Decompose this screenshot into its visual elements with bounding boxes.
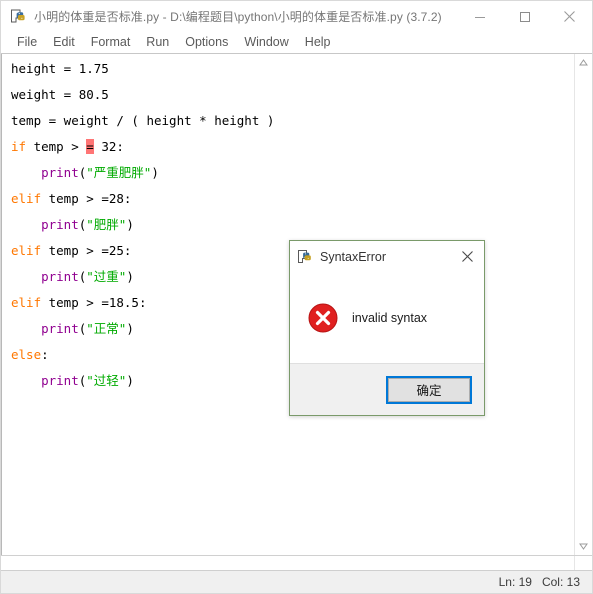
code-line: temp = weight / ( height * height ) [4,108,574,134]
code-token-plain: ) [126,321,134,336]
horizontal-scrollbar[interactable] [1,555,592,570]
menu-item-edit[interactable]: Edit [45,34,83,51]
code-token-kw: if [11,139,27,154]
code-token-plain: 32: [93,139,124,154]
ok-button[interactable]: 确定 [386,375,472,404]
code-line: weight = 80.5 [4,82,574,108]
horizontal-scrollbar-track[interactable] [1,556,575,570]
window-controls [457,1,592,32]
minimize-button[interactable] [457,1,502,32]
code-token-bif: print [41,373,79,388]
vertical-scrollbar[interactable] [574,54,592,555]
dialog-title: SyntaxError [320,249,386,264]
code-token-plain: temp > =28: [41,191,132,206]
maximize-icon [519,11,530,22]
menu-item-options[interactable]: Options [177,34,236,51]
scroll-down-arrow-icon[interactable] [575,538,592,555]
menubar: File Edit Format Run Options Window Help [1,32,592,54]
code-token-bif: print [41,321,79,336]
dialog-message: invalid syntax [352,310,428,325]
window-titlebar[interactable]: 小明的体重是否标准.py - D:\编程题目\python\小明的体重是否标准.… [1,1,592,32]
menu-item-help[interactable]: Help [297,34,339,51]
status-column-number: Col: 13 [541,575,580,589]
code-line: print("肥胖") [4,212,574,238]
code-token-kw: else [11,347,42,362]
code-token-plain: temp > [26,139,87,154]
dialog-footer: 确定 [290,363,484,415]
code-token-str: "肥胖" [86,217,127,232]
maximize-button[interactable] [502,1,547,32]
minimize-icon [474,16,485,18]
code-token-str: "正常" [86,321,127,336]
code-token-plain: ) [126,217,134,232]
code-token-str: "严重肥胖" [86,165,152,180]
code-token-str: "过重" [86,269,127,284]
code-token-bif: print [41,269,79,284]
code-line: elif temp > =28: [4,186,574,212]
menu-item-file[interactable]: File [9,34,45,51]
status-line-number: Ln: 19 [498,575,532,589]
menu-item-window[interactable]: Window [236,34,296,51]
window-title: 小明的体重是否标准.py - D:\编程题目\python\小明的体重是否标准.… [34,10,442,24]
code-token-plain: ) [126,269,134,284]
dialog-close-button[interactable] [450,241,484,272]
code-token-errhl: = [86,139,94,154]
code-token-kw: elif [11,295,42,310]
vertical-scrollbar-track[interactable] [575,71,592,538]
code-line: height = 1.75 [4,56,574,82]
dialog-titlebar[interactable]: SyntaxError [290,241,484,272]
syntax-error-dialog: SyntaxError invalid syntax 确定 [289,240,485,416]
close-icon [461,251,473,262]
code-token-plain: temp = weight / ( height * height ) [11,113,275,128]
code-token-plain: weight = 80.5 [11,87,109,102]
menu-item-run[interactable]: Run [138,34,177,51]
code-token-plain: temp > =25: [41,243,132,258]
menu-item-format[interactable]: Format [83,34,139,51]
code-line: if temp > = 32: [4,134,574,160]
dialog-body: invalid syntax [290,272,484,363]
python-icon [297,249,313,265]
statusbar: Ln: 19 Col: 13 [1,570,592,593]
code-token-str: "过轻" [86,373,127,388]
code-token-kw: elif [11,191,42,206]
scrollbar-corner [575,556,592,570]
scroll-up-arrow-icon[interactable] [575,54,592,71]
error-circle-icon [308,303,338,333]
code-token-plain: temp > =18.5: [41,295,147,310]
code-token-plain: ) [126,373,134,388]
code-token-plain: ) [151,165,159,180]
code-token-kw: elif [11,243,42,258]
code-token-bif: print [41,217,79,232]
close-icon [564,11,575,22]
code-line: print("严重肥胖") [4,160,574,186]
code-token-bif: print [41,165,79,180]
python-idle-icon [10,8,27,25]
code-token-plain: height = 1.75 [11,61,109,76]
code-token-plain: : [41,347,49,362]
close-button[interactable] [547,1,592,32]
